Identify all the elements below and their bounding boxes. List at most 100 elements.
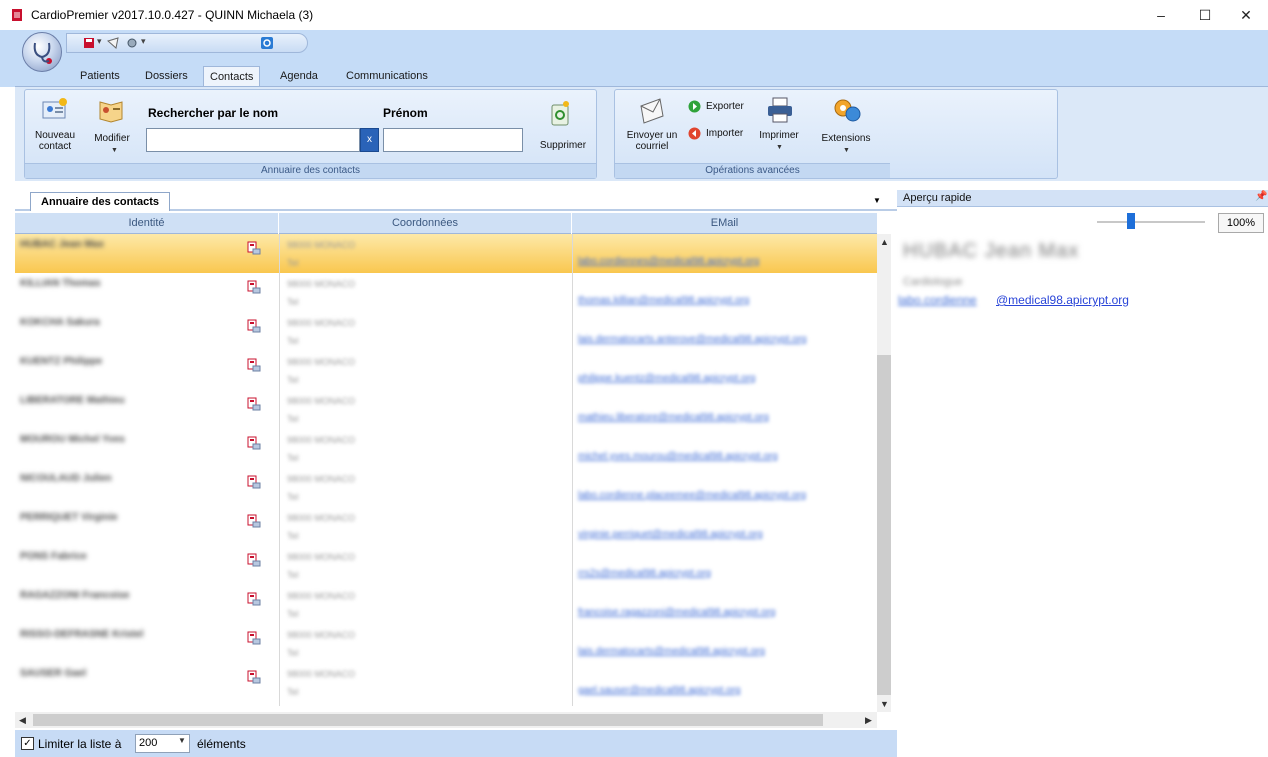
tab-communications[interactable]: Communications	[340, 66, 434, 86]
printer-icon[interactable]	[765, 96, 795, 124]
contact-email-link[interactable]: mathieu.liberatore@medical98.apicrypt.or…	[578, 412, 769, 423]
scroll-down-icon[interactable]: ▼	[880, 699, 889, 709]
contact-email-link[interactable]: lais.dermatocarts@medical98.apicrypt.org	[578, 646, 765, 657]
contact-address: 98000 MONACO Tel	[287, 626, 355, 662]
table-row[interactable]: PERRIQUET Virginie 98000 MONACO Tel virgini…	[15, 507, 877, 546]
chevron-down-icon[interactable]: ▼	[178, 736, 186, 745]
save-icon[interactable]	[83, 37, 95, 49]
tab-agenda[interactable]: Agenda	[274, 66, 324, 86]
supprimer-button[interactable]: Supprimer	[534, 140, 592, 151]
tab-dossiers[interactable]: Dossiers	[139, 66, 194, 86]
search-firstname-input[interactable]	[383, 128, 523, 152]
import-icon[interactable]	[688, 127, 701, 140]
table-row[interactable]: PONS Fabrice 98000 MONACO Tel rrs2s@medical…	[15, 546, 877, 585]
scroll-right-icon[interactable]: ▶	[865, 715, 872, 726]
chevron-down-icon[interactable]: ▾	[97, 36, 102, 47]
contact-city: 98000 MONACO	[287, 279, 356, 289]
contact-email-link[interactable]: labo.cordienne.placeemee@medical98.apicr…	[578, 490, 806, 501]
contact-card-icon[interactable]	[247, 280, 261, 294]
table-row[interactable]: RAGAZZONI Francoise 98000 MONACO Tel franco…	[15, 585, 877, 624]
tab-contacts[interactable]: Contacts	[203, 66, 261, 86]
contact-email-link[interactable]: philippe.kuentz@medical98.apicrypt.org	[578, 373, 755, 384]
exporter-button[interactable]: Exporter	[706, 101, 744, 112]
table-row[interactable]: KOKCHA Sakura 98000 MONACO Tel lais.dermato…	[15, 312, 877, 351]
pin-icon[interactable]: 📌	[1255, 191, 1267, 202]
tab-list-dropdown-icon[interactable]: ▼	[873, 196, 881, 205]
table-row[interactable]: RISSO-DEFRASNE Kristel 98000 MONACO Tel lai…	[15, 624, 877, 663]
search-name-input[interactable]	[146, 128, 360, 152]
scroll-left-icon[interactable]: ◀	[19, 715, 26, 726]
scroll-up-icon[interactable]: ▲	[880, 237, 889, 247]
contact-card-icon[interactable]	[247, 241, 261, 255]
minimize-button[interactable]: –	[1146, 4, 1176, 26]
preview-email-link[interactable]: @medical98.apicrypt.org	[996, 293, 1129, 307]
imprimer-button[interactable]: Imprimer	[756, 130, 802, 141]
contact-card-icon[interactable]	[247, 514, 261, 528]
search-name-label: Rechercher par le nom	[148, 106, 279, 120]
contact-card-icon[interactable]	[247, 631, 261, 645]
refresh-icon[interactable]	[261, 37, 273, 49]
settings-icon[interactable]	[126, 37, 138, 49]
modifier-button[interactable]: Modifier	[90, 133, 134, 144]
chevron-down-icon[interactable]: ▾	[141, 36, 146, 47]
contact-card-icon[interactable]	[247, 592, 261, 606]
chevron-down-icon[interactable]: ▼	[776, 144, 783, 151]
column-header-identite[interactable]: Identité	[15, 213, 279, 234]
contact-email-link[interactable]: lais.dermatocarts.anterove@medical98.api…	[578, 334, 807, 345]
table-row[interactable]: NICOULAUD Julien 98000 MONACO Tel labo.cord…	[15, 468, 877, 507]
envelope-icon[interactable]	[638, 96, 666, 124]
nouveau-contact-button[interactable]: Nouveau contact	[30, 130, 80, 152]
contact-card-icon[interactable]	[247, 553, 261, 567]
table-row[interactable]: HUBAC Jean Max 98000 MONACO Tel labo.cordie…	[15, 234, 877, 273]
table-row[interactable]: KUENTZ Philippe 98000 MONACO Tel philippe.k…	[15, 351, 877, 390]
application-menu-button[interactable]	[22, 32, 62, 72]
clear-search-button[interactable]: x	[360, 128, 379, 152]
contact-card-icon[interactable]	[247, 397, 261, 411]
zoom-slider[interactable]	[1097, 221, 1205, 223]
horizontal-scrollbar-thumb[interactable]	[33, 714, 823, 726]
chevron-down-icon[interactable]: ▼	[111, 147, 118, 154]
contact-card-icon[interactable]	[247, 670, 261, 684]
contact-city: 98000 MONACO	[287, 591, 356, 601]
export-icon[interactable]	[688, 100, 701, 113]
limit-list-checkbox[interactable]: ✓	[21, 737, 34, 750]
zoom-value[interactable]: 100%	[1218, 213, 1264, 233]
importer-button[interactable]: Importer	[706, 128, 743, 139]
contact-card-icon[interactable]	[247, 436, 261, 450]
table-row[interactable]: KILLIAN Thomas 98000 MONACO Tel thomas.kill…	[15, 273, 877, 312]
recycle-bin-icon[interactable]	[548, 99, 572, 127]
vertical-scrollbar-thumb[interactable]	[877, 355, 891, 695]
add-contact-icon[interactable]	[41, 96, 69, 124]
contact-name: KUENTZ Philippe	[20, 356, 103, 367]
column-header-coordonnees[interactable]: Coordonnées	[279, 213, 572, 234]
contact-email-link[interactable]: gael.sauser@medical98.apicrypt.org	[578, 685, 740, 696]
close-button[interactable]: ✕	[1231, 4, 1261, 26]
tab-annuaire-des-contacts[interactable]: Annuaire des contacts	[30, 192, 170, 211]
contact-email-link[interactable]: michel.yves.mourou@medical98.apicrypt.or…	[578, 451, 778, 462]
contact-email-link[interactable]: virginie.perriquet@medical98.apicrypt.or…	[578, 529, 763, 540]
contact-card-icon[interactable]	[247, 319, 261, 333]
envoyer-courriel-button[interactable]: Envoyer un courriel	[622, 130, 682, 152]
table-row[interactable]: MOUROU Michel Yves 98000 MONACO Tel michel.…	[15, 429, 877, 468]
contact-email-link[interactable]: rrs2s@medical98.apicrypt.org	[578, 568, 711, 579]
tab-patients[interactable]: Patients	[74, 66, 126, 86]
contact-email-link[interactable]: thomas.killian@medical98.apicrypt.org	[578, 295, 749, 306]
preview-email-prefix[interactable]: labo.cordienne	[898, 293, 977, 307]
contact-card-icon[interactable]	[247, 358, 261, 372]
contact-email-link[interactable]: labo.cordiennes@medical98.apicrypt.org	[578, 256, 759, 267]
table-row[interactable]: LIBERATORE Mathieu 98000 MONACO Tel mathieu…	[15, 390, 877, 429]
chevron-down-icon[interactable]: ▼	[843, 147, 850, 154]
contact-phone: Tel	[287, 375, 299, 385]
zoom-slider-thumb[interactable]	[1127, 213, 1135, 229]
extensions-icon[interactable]	[831, 94, 863, 126]
maximize-button[interactable]: ☐	[1190, 4, 1220, 26]
mail-icon[interactable]	[107, 37, 119, 49]
table-row[interactable]: SAUSER Gael 98000 MONACO Tel gael.sauser@me…	[15, 663, 877, 702]
edit-contact-icon[interactable]	[97, 96, 125, 124]
limit-list-label: Limiter la liste à	[38, 737, 122, 751]
extensions-button[interactable]: Extensions	[817, 133, 875, 144]
contact-card-icon[interactable]	[247, 475, 261, 489]
group-annuaire-label: Annuaire des contacts	[25, 163, 596, 178]
contact-email-link[interactable]: francoise.ragazzoni@medical98.apicrypt.o…	[578, 607, 775, 618]
column-header-email[interactable]: EMail	[572, 213, 877, 234]
